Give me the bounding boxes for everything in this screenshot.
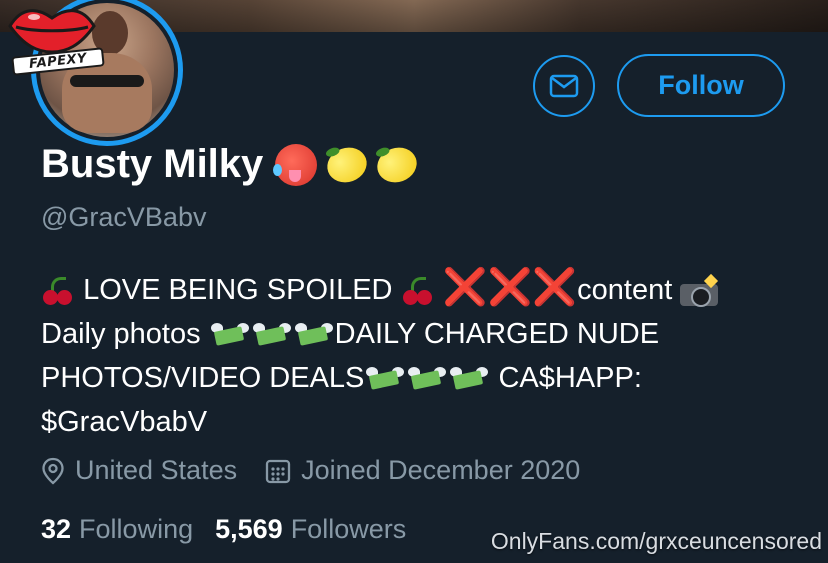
profile-handle: @GracVBabv: [41, 202, 207, 232]
money-wings-emoji: [366, 367, 405, 391]
location-text: United States: [75, 455, 238, 485]
bio-text: content: [577, 274, 673, 306]
joined-text: Joined December 2020: [301, 455, 581, 485]
following-count: 32: [41, 514, 72, 544]
name-emojis: [273, 141, 427, 188]
message-button[interactable]: [533, 55, 595, 117]
fapexy-logo: FAPEXY: [4, 2, 105, 76]
money-wings-emoji: [210, 323, 249, 347]
watermark-text: OnlyFans.com/grxceuncensored: [490, 528, 822, 554]
cherry-emoji: [401, 277, 435, 306]
lemon-emoji: [322, 141, 372, 188]
envelope-icon: [549, 74, 579, 98]
money-wings-emoji: [294, 323, 333, 347]
location-pin-icon: [42, 457, 64, 485]
location-item: United States: [41, 455, 237, 486]
calendar-icon: [265, 459, 291, 483]
profile-name-row: Busty Milky: [41, 141, 427, 188]
camera-flash-emoji: [680, 274, 720, 308]
follow-button[interactable]: Follow: [617, 54, 785, 117]
bio-text: LOVE BEING SPOILED: [83, 274, 393, 306]
followers-count: 5,569: [215, 514, 283, 544]
bio-text: CA$HAPP:: [498, 362, 642, 394]
money-wings-emoji: [450, 367, 489, 391]
profile-stats: 32 Following 5,569 Followers: [41, 514, 428, 545]
profile-bio: LOVE BEING SPOILED ❌❌❌content Daily phot…: [41, 265, 801, 444]
following-link[interactable]: 32 Following: [41, 514, 215, 545]
bio-text: PHOTOS/VIDEO DEALS: [41, 362, 365, 394]
lemon-emoji: [372, 141, 422, 188]
profile-name: Busty Milky: [41, 142, 264, 186]
following-label: Following: [79, 514, 194, 544]
followers-link[interactable]: 5,569 Followers: [215, 514, 428, 545]
joined-item: Joined December 2020: [265, 455, 580, 486]
bio-text: DAILY CHARGED NUDE: [334, 318, 660, 350]
followers-label: Followers: [290, 514, 407, 544]
hot-face-emoji: [273, 143, 318, 186]
avatar-clothing: [70, 75, 144, 87]
cross-mark-emojis: ❌❌❌: [442, 266, 578, 307]
cherry-emoji: [41, 277, 75, 306]
money-wings-emoji: [252, 323, 291, 347]
bio-text: Daily photos: [41, 318, 201, 350]
money-wings-emoji: [408, 367, 447, 391]
profile-meta: United States Joined December 2020: [41, 455, 608, 486]
cashapp-link[interactable]: $GracVbabV: [41, 406, 207, 438]
